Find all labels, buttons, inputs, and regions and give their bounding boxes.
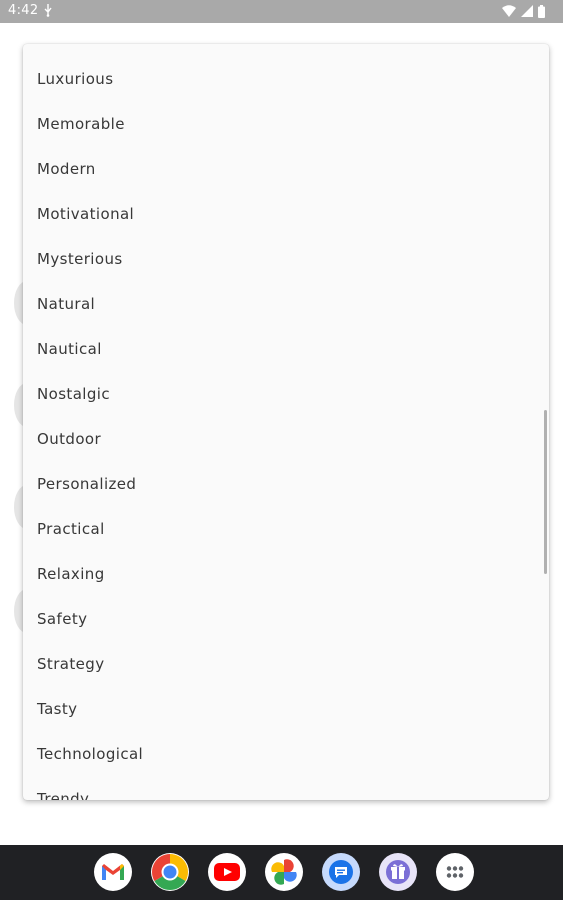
app-dock <box>94 853 474 891</box>
dropdown-option[interactable]: Memorable <box>23 101 549 146</box>
app-drawer-icon[interactable] <box>436 853 474 891</box>
status-icons <box>502 4 545 18</box>
dropdown-option[interactable]: Nostalgic <box>23 371 549 416</box>
dropdown-option[interactable]: Outdoor <box>23 416 549 461</box>
photos-icon[interactable] <box>265 853 303 891</box>
chrome-icon[interactable] <box>151 853 189 891</box>
dropdown-option[interactable]: Tasty <box>23 686 549 731</box>
dropdown-option[interactable]: Relaxing <box>23 551 549 596</box>
status-time: 4:42 <box>8 3 39 18</box>
dropdown-option[interactable]: Trendy <box>23 776 549 801</box>
messages-icon[interactable] <box>322 853 360 891</box>
gmail-icon[interactable] <box>94 853 132 891</box>
scrollbar-thumb[interactable] <box>544 410 547 574</box>
dropdown-option[interactable]: Nautical <box>23 326 549 371</box>
dropdown-option[interactable]: Safety <box>23 596 549 641</box>
status-bar: 4:42 <box>0 0 563 23</box>
wifi-icon <box>502 5 516 17</box>
dropdown-option[interactable]: Personalized <box>23 461 549 506</box>
dropdown-option[interactable]: Natural <box>23 281 549 326</box>
usb-debug-icon <box>44 4 52 17</box>
dropdown-option[interactable]: Mysterious <box>23 236 549 281</box>
gift-app-icon[interactable] <box>379 853 417 891</box>
dropdown-option[interactable]: Technological <box>23 731 549 776</box>
dropdown-option[interactable]: Modern <box>23 146 549 191</box>
dropdown-option[interactable]: Practical <box>23 506 549 551</box>
taskbar <box>0 845 563 900</box>
dropdown-option[interactable]: Strategy <box>23 641 549 686</box>
dropdown-menu[interactable]: Luxurious Memorable Modern Motivational … <box>23 44 549 800</box>
dropdown-option[interactable]: Motivational <box>23 191 549 236</box>
youtube-icon[interactable] <box>208 853 246 891</box>
cellular-signal-icon <box>521 5 533 17</box>
battery-icon <box>538 4 545 18</box>
dropdown-option-list: Luxurious Memorable Modern Motivational … <box>23 56 549 801</box>
dropdown-option[interactable]: Luxurious <box>23 56 549 101</box>
